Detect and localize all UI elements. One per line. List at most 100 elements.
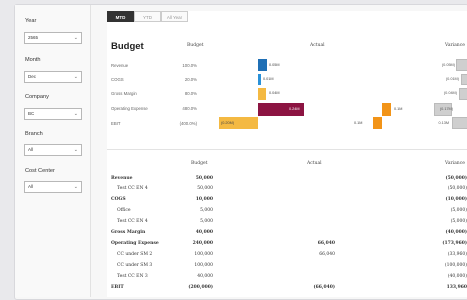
cogs-variance-label: (0.01M): [445, 77, 459, 81]
row-variance: (5,000): [450, 208, 467, 213]
table-row[interactable]: Test CC EN 4 50,000 (50,000): [107, 186, 467, 195]
opex-actual-label: 0.1M: [394, 107, 403, 111]
row-label: Test CC EN 4: [117, 186, 148, 191]
revenue-budget-label: 0.05M: [269, 63, 280, 67]
branch-value: All: [28, 147, 34, 152]
ebit-variance-bar: [452, 117, 467, 129]
gross-margin-budget-label: 0.04M: [269, 91, 280, 95]
row-actual: (66,040): [313, 285, 335, 290]
table-actual-header: Actual: [307, 161, 322, 166]
year-value: 2565: [28, 35, 39, 40]
tab-ytd[interactable]: YTD: [134, 11, 161, 22]
report-window: Year 2565 ⌄ Month Dec ⌄ Company BC ⌄ Branch…: [14, 4, 467, 300]
opex-variance-label: (0.17M): [439, 107, 453, 111]
row-budget: 10,000: [195, 197, 213, 202]
table-row[interactable]: Operating Expense 240,000 66,040 (173,96…: [107, 241, 467, 250]
actual-column-header: Actual: [310, 43, 325, 48]
row-variance: 133,960: [446, 285, 467, 290]
chevron-down-icon: ⌄: [73, 111, 78, 117]
page-title: Budget: [111, 41, 144, 52]
opex-actual-bar: [382, 103, 391, 116]
table-row[interactable]: CC under SM 3 100,000 (100,000): [107, 263, 467, 272]
variance-column-header: Variance: [445, 43, 465, 48]
year-label: Year: [25, 18, 37, 24]
ebit-variance-label: 0.13M: [438, 121, 449, 125]
row-budget: 40,000: [195, 230, 213, 235]
table-row[interactable]: CC under SM 2 100,000 66,040 (33,960): [107, 252, 467, 261]
month-select[interactable]: Dec ⌄: [24, 71, 82, 83]
table-row[interactable]: Office 5,000 (5,000): [107, 208, 467, 217]
row-label: Gross Margin: [111, 230, 146, 235]
row-label: CC under SM 2: [117, 252, 153, 257]
row-budget: 50,000: [197, 186, 213, 191]
chart-row-label: COGS: [111, 77, 124, 82]
row-variance: (5,000): [450, 219, 467, 224]
month-label: Month: [25, 57, 41, 63]
chart-row-percent: 100.0%: [182, 63, 197, 68]
branch-label: Branch: [25, 131, 43, 137]
section-divider: [107, 149, 467, 150]
row-budget: 50,000: [195, 176, 213, 181]
row-label: EBIT: [111, 285, 124, 290]
row-label: Test CC EN 3: [117, 274, 148, 279]
row-variance: (33,960): [447, 252, 467, 257]
cost-center-value: All: [28, 184, 34, 189]
table-row[interactable]: Test CC EN 4 5,000 (5,000): [107, 219, 467, 228]
table-budget-header: Budget: [191, 161, 208, 166]
filter-panel: Year 2565 ⌄ Month Dec ⌄ Company BC ⌄ Branch…: [15, 5, 91, 297]
row-budget: 100,000: [194, 252, 213, 257]
company-select[interactable]: BC ⌄: [24, 108, 82, 120]
row-variance: (50,000): [445, 176, 467, 181]
row-variance: (40,000): [447, 274, 467, 279]
budget-column-header: Budget: [187, 43, 204, 48]
chart-row-label: Revenue: [111, 63, 129, 68]
row-budget: (200,000): [188, 285, 213, 290]
cogs-budget-label: 0.01M: [263, 77, 274, 81]
table-row[interactable]: EBIT (200,000) (66,040) 133,960: [107, 285, 467, 294]
row-variance: (50,000): [447, 186, 467, 191]
table-variance-header: Variance: [445, 161, 465, 166]
chart-row-label: EBIT: [111, 121, 121, 126]
row-budget: 5,000: [200, 208, 213, 213]
row-label: Test CC EN 4: [117, 219, 148, 224]
table-row[interactable]: Gross Margin 40,000 (40,000): [107, 230, 467, 239]
cost-center-label: Cost Center: [25, 168, 55, 174]
chevron-down-icon: ⌄: [73, 147, 78, 153]
chevron-down-icon: ⌄: [73, 35, 78, 41]
row-budget: 5,000: [200, 219, 213, 224]
revenue-budget-bar: [258, 59, 267, 71]
row-budget: 100,000: [194, 263, 213, 268]
cost-center-select[interactable]: All ⌄: [24, 181, 82, 193]
cogs-variance-bar: [461, 74, 467, 85]
budget-panel: MTD YTD All Year Budget Budget Actual Va…: [107, 11, 467, 297]
table-row[interactable]: COGS 10,000 (10,000): [107, 197, 467, 206]
row-variance: (10,000): [445, 197, 467, 202]
chart-row-percent: 480.0%: [182, 106, 197, 111]
chart-row-percent: (400.0%): [179, 121, 197, 126]
chart-row-label: Operating Expense: [111, 106, 148, 111]
chevron-down-icon: ⌄: [73, 184, 78, 190]
ebit-budget-label: (0.20M): [221, 121, 235, 125]
row-variance: (40,000): [445, 230, 467, 235]
row-budget: 240,000: [192, 241, 213, 246]
gross-margin-variance-bar: [459, 88, 467, 100]
revenue-variance-bar: [456, 59, 467, 71]
gross-margin-budget-bar: [258, 88, 266, 100]
revenue-variance-label: (0.05M): [441, 63, 455, 67]
year-select[interactable]: 2565 ⌄: [24, 32, 82, 44]
table-row[interactable]: Revenue 50,000 (50,000): [107, 176, 467, 185]
row-actual: 66,040: [319, 252, 335, 257]
ebit-actual-label: 0.1M: [354, 121, 363, 125]
branch-select[interactable]: All ⌄: [24, 144, 82, 156]
opex-budget-label: 0.24M: [289, 107, 300, 111]
row-budget: 40,000: [197, 274, 213, 279]
row-label: Operating Expense: [111, 241, 159, 246]
tab-all-year[interactable]: All Year: [161, 11, 188, 22]
company-value: BC: [28, 111, 35, 116]
tab-mtd[interactable]: MTD: [107, 11, 134, 22]
row-label: Office: [117, 208, 131, 213]
chart-row-percent: 20.0%: [184, 77, 197, 82]
cogs-budget-bar: [258, 74, 261, 85]
chart-row-label: Gross Margin: [111, 91, 137, 96]
table-row[interactable]: Test CC EN 3 40,000 (40,000): [107, 274, 467, 283]
